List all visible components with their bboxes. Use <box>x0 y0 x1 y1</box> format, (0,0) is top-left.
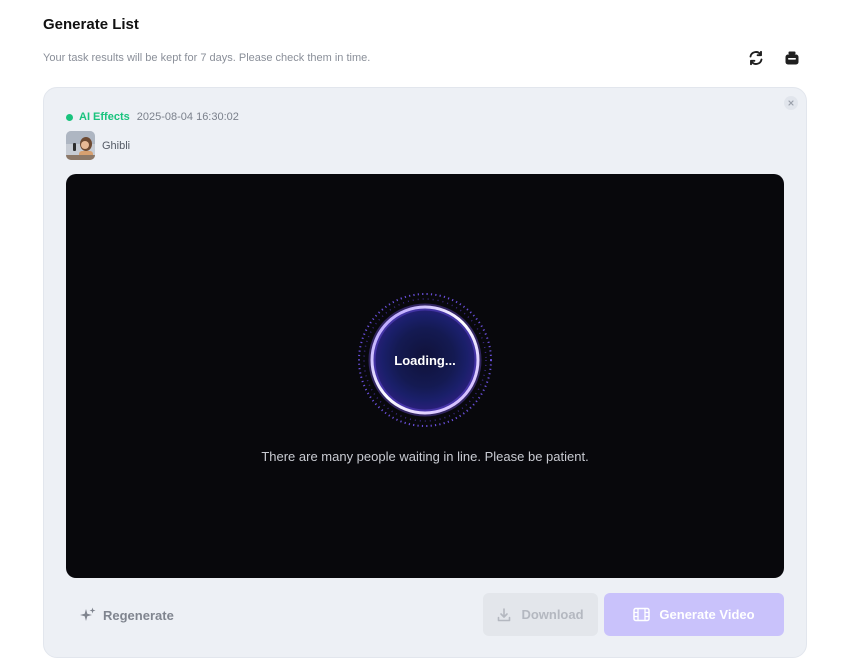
loading-text: Loading... <box>394 352 456 368</box>
download-button[interactable]: Download <box>483 593 598 636</box>
status-dot <box>66 113 73 121</box>
effect-thumbnail <box>66 131 95 160</box>
sparkle-icon <box>80 607 96 621</box>
task-timestamp: 2025-08-04 16:30:02 <box>136 111 239 123</box>
effect-name: Ghibli <box>102 139 131 152</box>
regenerate-button[interactable]: Regenerate <box>80 605 174 625</box>
task-card: AI Effects 2025-08-04 16:30:02 Ghibli Lo… <box>43 87 807 658</box>
preview-area: Loading... There are many people waiting… <box>66 174 784 578</box>
effect-info: Ghibli <box>66 131 130 160</box>
close-icon <box>788 100 794 106</box>
generate-video-button[interactable]: Generate Video <box>604 593 784 636</box>
download-icon <box>498 607 511 621</box>
clear-icon <box>785 51 799 65</box>
regenerate-label: Regenerate <box>103 607 174 623</box>
download-label: Download <box>521 607 584 622</box>
film-icon <box>633 607 651 622</box>
refresh-button[interactable] <box>746 48 766 68</box>
page-subtitle: Your task results will be kept for 7 day… <box>43 52 371 64</box>
close-button[interactable] <box>784 96 798 110</box>
refresh-icon <box>749 50 763 66</box>
waiting-message: There are many people waiting in line. P… <box>261 449 589 464</box>
task-meta: AI Effects 2025-08-04 16:30:02 <box>66 111 239 123</box>
clear-button[interactable] <box>782 48 802 68</box>
page-title: Generate List <box>43 16 139 33</box>
generate-video-label: Generate Video <box>659 607 755 622</box>
task-type-label: AI Effects <box>79 111 130 123</box>
